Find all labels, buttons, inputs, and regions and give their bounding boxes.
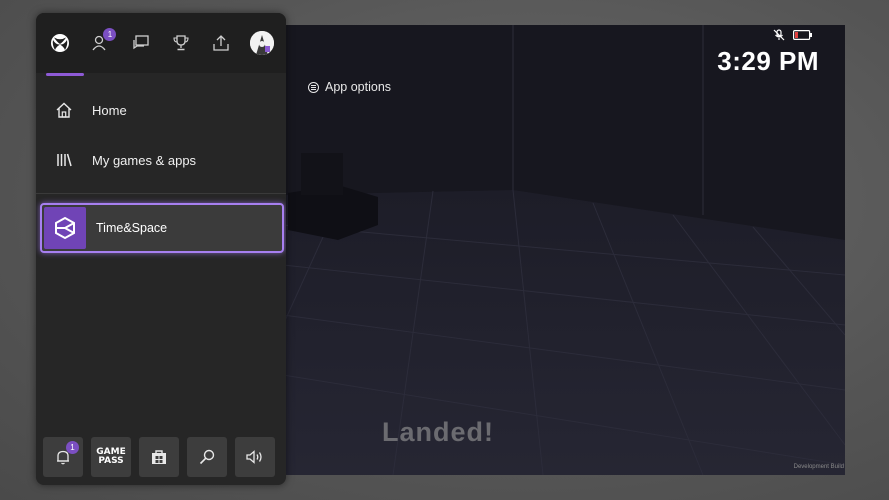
trophy-icon (173, 35, 189, 51)
search-button[interactable] (187, 437, 227, 477)
menu-button-icon (308, 81, 319, 93)
profile-avatar (249, 31, 274, 55)
development-build-label: Development Build (793, 464, 844, 470)
menu-item-home[interactable]: Home (36, 88, 286, 132)
library-icon-wrap (36, 151, 92, 169)
unity-icon (55, 216, 75, 240)
battery-icon (793, 30, 812, 40)
chat-icon (133, 35, 149, 50)
tab-profile[interactable] (243, 24, 281, 62)
clock: 3:29 PM (717, 46, 819, 76)
tab-capture-share[interactable] (202, 24, 240, 62)
menu-item-my-games-label: My games & apps (92, 152, 197, 168)
audio-button[interactable] (235, 437, 275, 477)
app-options-label: App options (325, 80, 392, 94)
guide-bottom-bar: 1 GAME PASS (43, 437, 279, 477)
tab-chat[interactable] (122, 24, 160, 62)
mic-muted-icon (773, 29, 785, 41)
search-icon (199, 449, 215, 465)
library-icon (57, 153, 72, 167)
guide-tab-bar: 1 (36, 13, 286, 73)
tab-people[interactable]: 1 (81, 24, 119, 62)
current-app-tile[interactable]: Time&Space (40, 203, 284, 253)
game-pass-line2: PASS (98, 456, 124, 466)
avatar-image (249, 31, 274, 55)
xbox-icon (51, 34, 70, 52)
unity-icon-wrap (44, 207, 86, 249)
game-pass-button[interactable]: GAME PASS (91, 437, 131, 477)
guide-panel: 1 Home My games & apps Time&Space 1 GAME… (36, 13, 286, 485)
game-status-text: Landed! (382, 417, 494, 447)
active-tab-indicator (46, 73, 84, 76)
speaker-icon (246, 450, 262, 464)
people-badge: 1 (103, 28, 117, 41)
home-icon-wrap (36, 101, 92, 119)
tab-xbox-home[interactable] (41, 24, 79, 62)
menu-divider (36, 193, 286, 194)
store-bag-icon (152, 450, 166, 464)
notifications-button[interactable]: 1 (43, 437, 83, 477)
share-icon (213, 35, 230, 51)
menu-item-my-games-apps[interactable]: My games & apps (36, 138, 286, 182)
menu-item-home-label: Home (92, 102, 127, 118)
game-pass-logo: GAME PASS (96, 448, 125, 466)
app-options-hint[interactable]: App options (308, 80, 391, 94)
current-app-label: Time&Space (96, 221, 168, 235)
tab-achievements[interactable] (162, 24, 200, 62)
notifications-badge: 1 (66, 441, 79, 454)
status-icons (773, 29, 813, 41)
store-button[interactable] (139, 437, 179, 477)
home-icon (56, 102, 72, 118)
